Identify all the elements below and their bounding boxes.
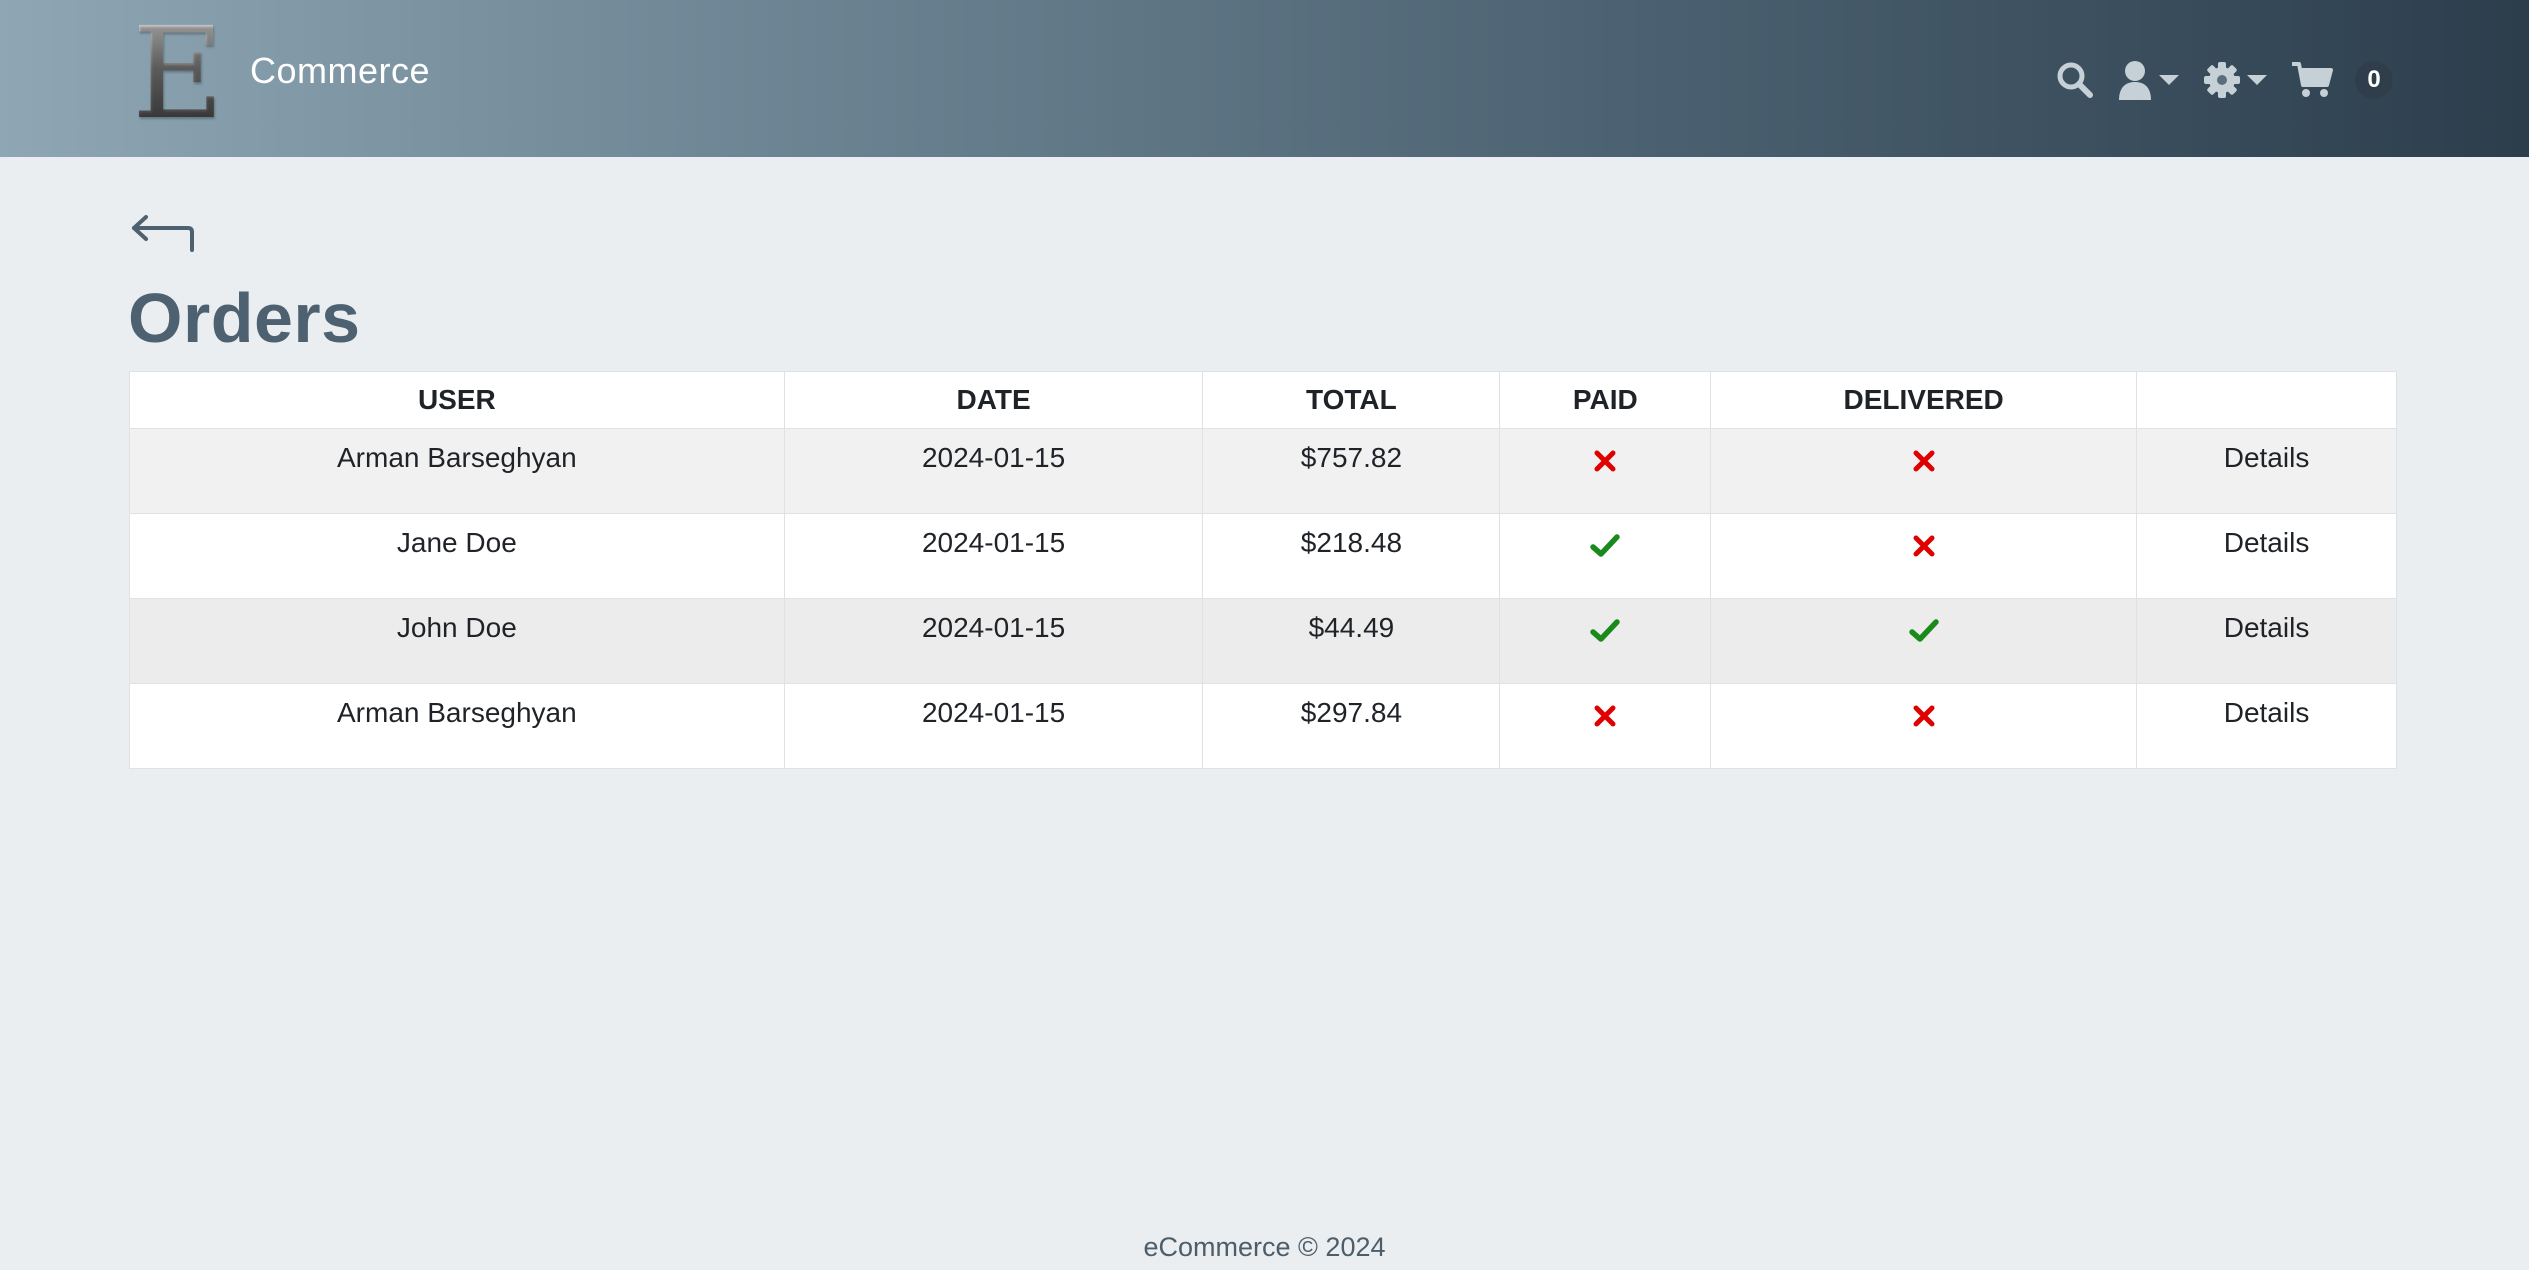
cell-user: Arman Barseghyan [129, 683, 785, 769]
check-icon [1908, 619, 1939, 642]
table-row: John Doe 2024-01-15 $44.49 Details [129, 598, 2397, 684]
column-header-user: USER [129, 371, 785, 429]
cell-paid [1499, 428, 1712, 514]
table-row: Jane Doe 2024-01-15 $218.48 Details [129, 513, 2397, 599]
column-header-total: TOTAL [1202, 371, 1501, 429]
details-link[interactable]: Details [2224, 697, 2310, 728]
brand-logo: E [132, 0, 224, 147]
user-menu-dropdown[interactable] [2117, 60, 2181, 100]
cell-date: 2024-01-15 [783, 598, 1204, 684]
search-button[interactable] [2055, 60, 2095, 100]
search-icon [2057, 62, 2093, 98]
table-row: Arman Barseghyan 2024-01-15 $297.84 Deta… [129, 683, 2397, 769]
cell-user: Jane Doe [129, 513, 785, 599]
cell-total: $757.82 [1202, 428, 1501, 514]
cell-delivered [1710, 683, 2138, 769]
details-link[interactable]: Details [2224, 527, 2310, 558]
cell-total: $44.49 [1202, 598, 1501, 684]
column-header-actions [2136, 371, 2397, 429]
cell-paid [1499, 513, 1712, 599]
cross-icon [1913, 705, 1935, 727]
cell-date: 2024-01-15 [783, 513, 1204, 599]
orders-table: USER DATE TOTAL PAID DELIVERED Arman Bar… [129, 371, 2397, 769]
cross-icon [1594, 450, 1616, 472]
top-navbar: E Commerce 0 [0, 0, 2529, 157]
cell-delivered [1710, 513, 2138, 599]
cell-date: 2024-01-15 [783, 428, 1204, 514]
cart-icon [2292, 62, 2333, 97]
cell-paid [1499, 598, 1712, 684]
cell-delivered [1710, 598, 2138, 684]
column-header-paid: PAID [1499, 371, 1712, 429]
settings-menu-dropdown[interactable] [2203, 61, 2269, 99]
nav-actions: 0 [2055, 52, 2393, 108]
page-title: Orders [128, 279, 361, 357]
user-icon [2119, 61, 2151, 100]
cart-button[interactable]: 0 [2291, 61, 2393, 99]
cell-total: $218.48 [1202, 513, 1501, 599]
cell-action: Details [2136, 598, 2397, 684]
column-header-delivered: DELIVERED [1710, 371, 2138, 429]
cell-action: Details [2136, 513, 2397, 599]
details-link[interactable]: Details [2224, 612, 2310, 643]
cell-paid [1499, 683, 1712, 769]
back-arrow-icon [132, 215, 194, 252]
brand-name: Commerce [249, 50, 431, 91]
check-icon [1590, 619, 1621, 642]
cell-delivered [1710, 428, 2138, 514]
footer-copyright: eCommerce © 2024 [1143, 1232, 1386, 1262]
column-header-date: DATE [783, 371, 1204, 429]
chevron-down-icon [2247, 75, 2267, 85]
cell-user: Arman Barseghyan [129, 428, 785, 514]
cross-icon [1913, 450, 1935, 472]
check-icon [1590, 534, 1621, 557]
back-button[interactable] [130, 214, 196, 259]
cell-action: Details [2136, 683, 2397, 769]
cross-icon [1913, 535, 1935, 557]
cart-count-badge: 0 [2355, 61, 2393, 99]
details-link[interactable]: Details [2224, 442, 2310, 473]
cell-user: John Doe [129, 598, 785, 684]
chevron-down-icon [2159, 75, 2179, 85]
cell-total: $297.84 [1202, 683, 1501, 769]
cross-icon [1594, 705, 1616, 727]
gear-icon [2204, 62, 2240, 98]
cell-action: Details [2136, 428, 2397, 514]
table-header-row: USER DATE TOTAL PAID DELIVERED [129, 371, 2397, 429]
cell-date: 2024-01-15 [783, 683, 1204, 769]
table-row: Arman Barseghyan 2024-01-15 $757.82 Deta… [129, 428, 2397, 514]
brand-home-link[interactable]: E Commerce [132, 0, 431, 147]
